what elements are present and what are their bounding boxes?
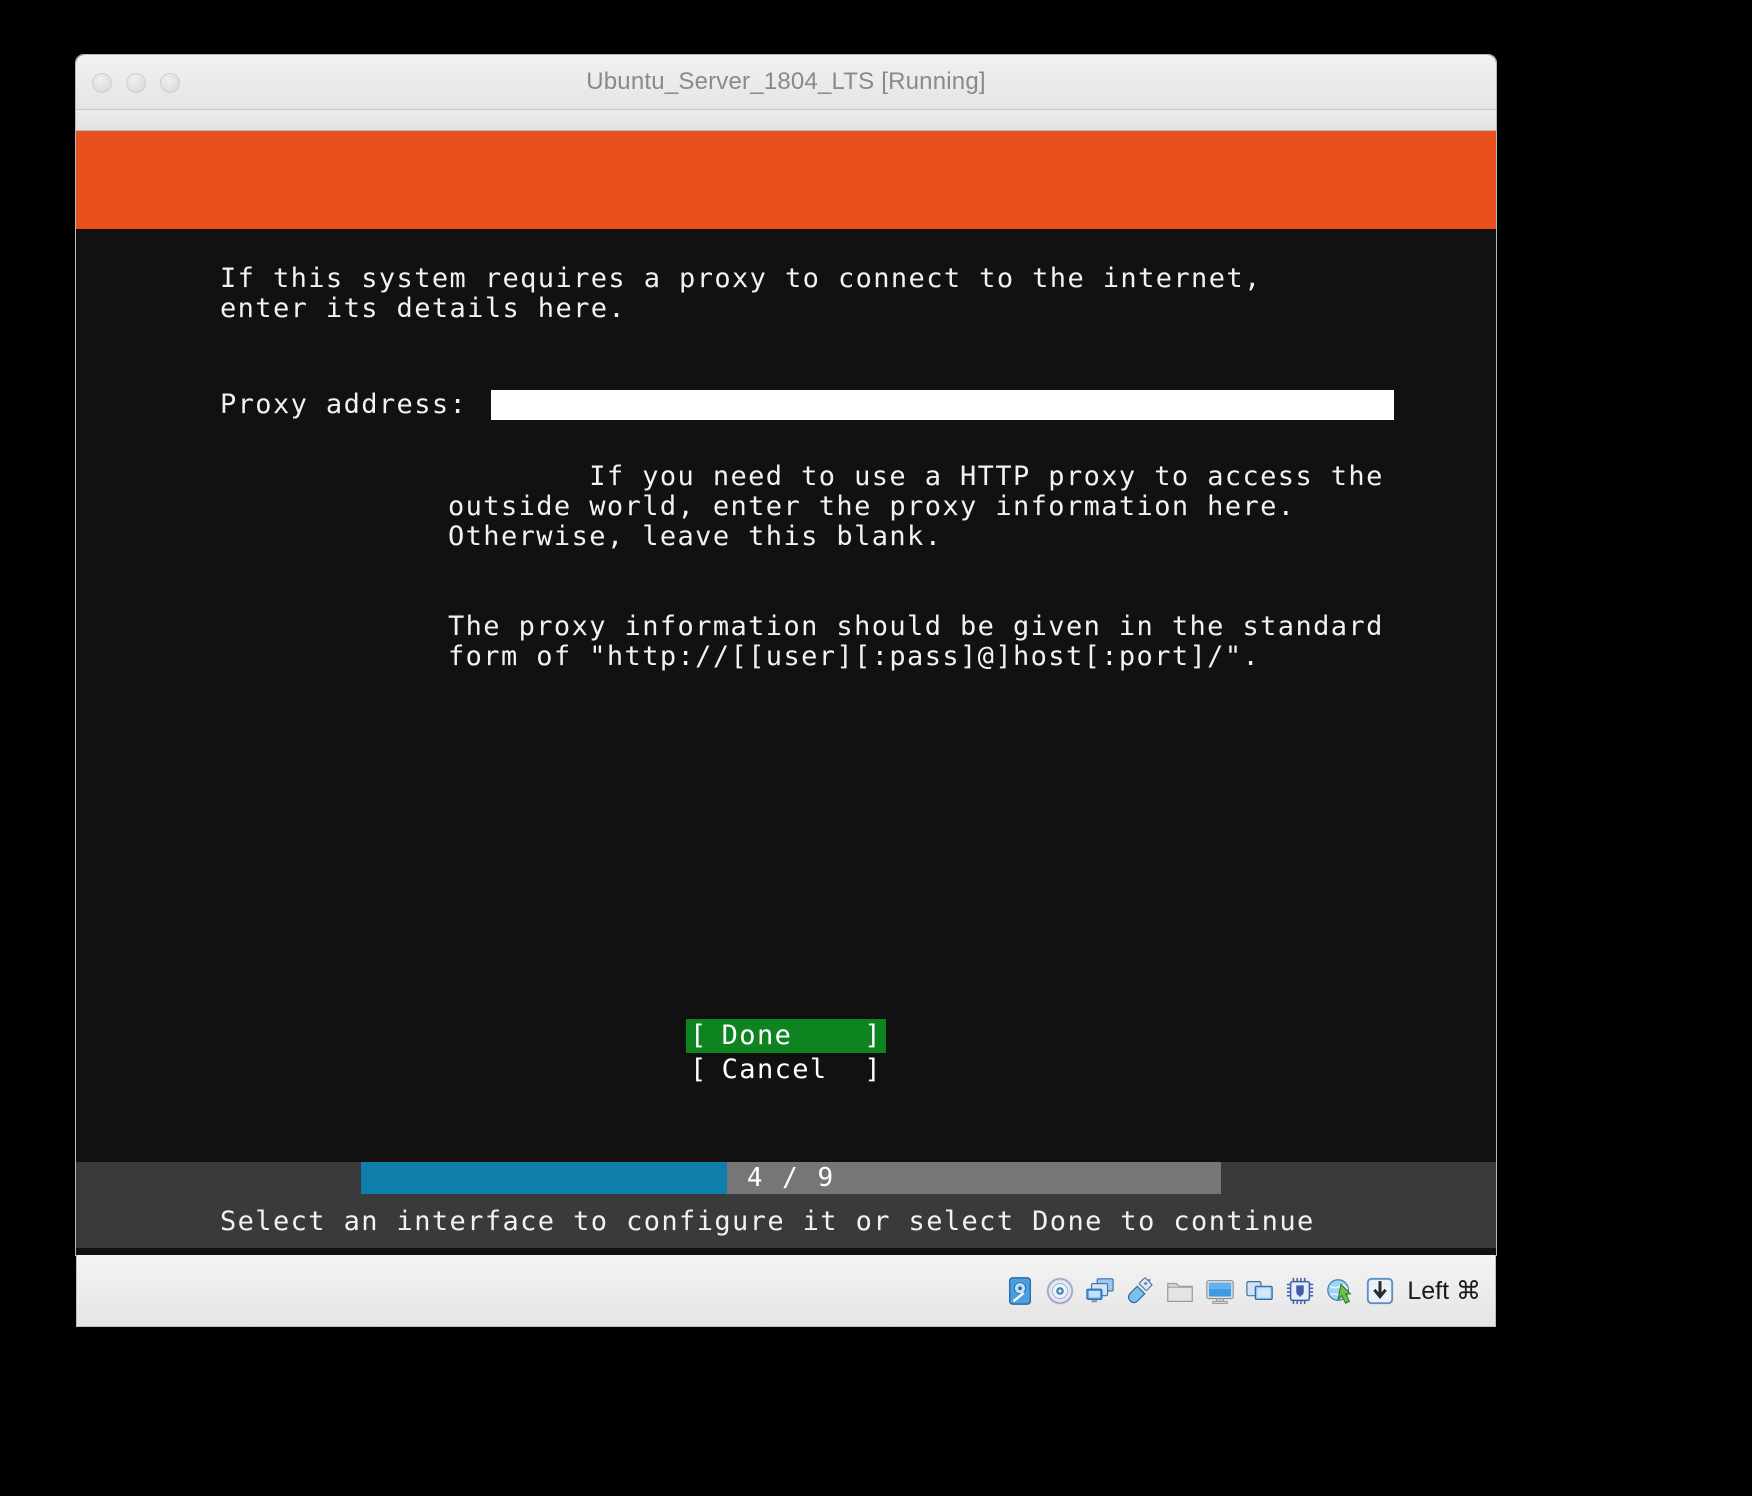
host-key-label: Left ⌘ [1407,1276,1481,1305]
progress-bar-area: 4 / 9 [76,1162,1496,1194]
installer-body: If this system requires a proxy to conne… [76,229,1496,1109]
proxy-address-label: Proxy address: [220,389,468,420]
cancel-button-label: Cancel [721,1054,828,1085]
hard-disk-icon[interactable] [1005,1276,1035,1306]
intro-text: If this system requires a proxy to conne… [220,263,1280,324]
vbox-status-bar: Left ⌘ [76,1255,1496,1327]
virtualization-cpu-icon[interactable] [1285,1276,1315,1306]
window-titlebar: Ubuntu_Server_1804_LTS [Running] [76,55,1496,110]
done-button-label: Done [721,1020,793,1051]
installer-header-band [76,131,1496,229]
cancel-bracket-right: ] [864,1054,882,1085]
mouse-capture-icon[interactable] [1325,1276,1355,1306]
status-footer: Select an interface to configure it or s… [76,1194,1496,1255]
proxy-address-input[interactable] [491,389,1395,420]
window-toolbar-strip [76,110,1496,131]
done-bracket-left: [ [690,1020,708,1051]
vm-window: Ubuntu_Server_1804_LTS [Running] Configu… [76,55,1496,1255]
done-button[interactable]: [ Done ] [686,1019,886,1053]
vm-screen: Configure proxy If this system requires … [76,131,1496,1255]
display-icon[interactable] [1205,1276,1235,1306]
usb-icon[interactable] [1125,1276,1155,1306]
host-key-icon[interactable] [1365,1276,1395,1306]
proxy-address-row: Proxy address: [220,389,1395,420]
cancel-button[interactable]: [ Cancel ] [686,1053,886,1087]
status-footer-text: Select an interface to configure it or s… [220,1206,1315,1237]
cancel-bracket-left: [ [690,1054,708,1085]
help-paragraph-1: If you need to use a HTTP proxy to acces… [448,461,1402,552]
help-paragraph-2: The proxy information should be given in… [448,611,1402,672]
proxy-help-text: If you need to use a HTTP proxy to acces… [448,432,1448,732]
shared-folder-icon[interactable] [1165,1276,1195,1306]
window-title: Ubuntu_Server_1804_LTS [Running] [586,68,986,95]
progress-track: 4 / 9 [361,1162,1221,1194]
status-icon-group [1005,1276,1395,1306]
done-bracket-right: ] [864,1020,882,1051]
action-buttons: [ Done ] [ Cancel ] [76,1019,1496,1087]
network-icon[interactable] [1085,1276,1115,1306]
progress-label: 4 / 9 [746,1163,836,1193]
optical-disk-icon[interactable] [1045,1276,1075,1306]
remote-display-icon[interactable] [1245,1276,1275,1306]
footer-underline [76,1248,1496,1255]
